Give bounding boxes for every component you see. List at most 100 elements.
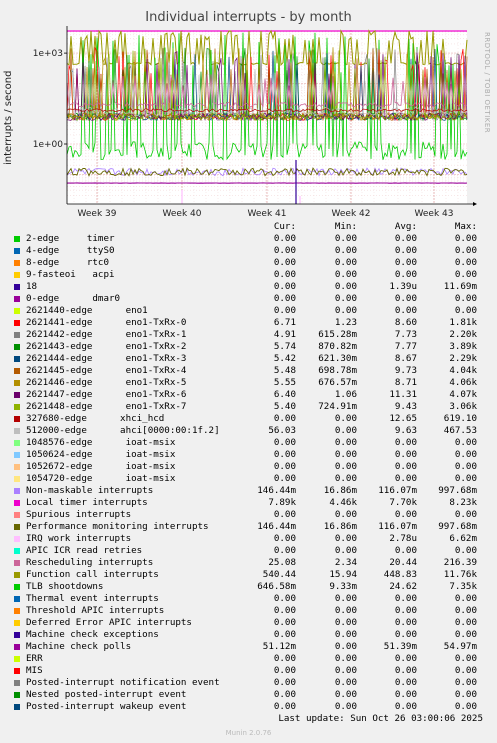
legend-avg-value: 0.00 [394,593,417,604]
legend-label: IRQ work interrupts [26,533,132,544]
legend-min-value: 16.86m [323,521,357,532]
legend-min-value: 0.00 [334,545,357,556]
legend-item: Nested posted-interrupt event 0.00 0.00 0.0… [14,689,484,701]
legend-min-value: 0.00 [334,593,357,604]
legend-min-value: 9.33m [329,581,357,592]
legend-min-value: 1.06 [334,389,357,400]
legend-avg-value: 0.00 [394,689,417,700]
legend-label: 0-edge dmar0 [26,293,121,304]
legend-item: 1048576-edge ioat-msix 0.00 0.00 0.00 0.00 [14,437,484,449]
legend-cur-value: 0.00 [273,509,296,520]
legend-min-value: 0.00 [334,281,357,292]
legend-max-value: 6.62m [449,533,477,544]
legend-avg-value: 20.44 [389,557,417,568]
legend-min-value: 0.00 [334,305,357,316]
legend-max-value: 0.00 [454,245,477,256]
x-axis-arrow [473,202,477,206]
legend-item: APIC ICR read retries 0.00 0.00 0.00 0.00 [14,545,484,557]
legend-label: Posted-interrupt wakeup event [26,701,187,712]
legend-item: ERR 0.00 0.00 0.00 0.00 [14,653,484,665]
legend-swatch [14,548,20,554]
legend-item: Non-maskable interrupts 146.44m 16.86m 116.… [14,485,484,497]
legend-avg-value: 448.83 [383,569,417,580]
legend-avg-value: 116.07m [378,485,417,496]
legend-swatch [14,704,20,710]
legend-avg-value: 11.31 [389,389,417,400]
legend-item: 4-edge ttyS0 0.00 0.00 0.00 0.00 [14,245,484,257]
legend-avg-value: 1.39u [389,281,417,292]
legend-swatch [14,668,20,674]
legend-label: Rescheduling interrupts [26,557,154,568]
legend-item: Posted-interrupt notification event 0.00 0… [14,677,484,689]
x-tick-label: Week 43 [415,209,454,219]
legend-label: Machine check polls [26,641,132,652]
legend-min-value: 4.46k [329,497,357,508]
legend-swatch [14,380,20,386]
legend-label: Local timer interrupts [26,497,148,508]
legend-item: 512000-edge ahci[0000:00:1f.2] 56.03 0.00 9… [14,425,484,437]
legend-avg-value: 0.00 [394,509,417,520]
legend-item: 8-edge rtc0 0.00 0.00 0.00 0.00 [14,257,484,269]
legend-avg-value: 9.73 [394,365,417,376]
legend-item: Performance monitoring interrupts 146.44m… [14,521,484,533]
legend-avg-value: 0.00 [394,473,417,484]
header-avg: Avg: [394,221,417,232]
legend-avg-value: 0.00 [394,545,417,556]
legend-item: 2621443-edge eno1-TxRx-2 5.74 870.82m 7.77 3… [14,341,484,353]
legend-label: 2621441-edge eno1-TxRx-0 [26,317,187,328]
legend-item: 2621444-edge eno1-TxRx-3 5.42 621.30m 8.67 2… [14,353,484,365]
last-update: Last update: Sun Oct 26 03:00:06 2025 [278,713,483,724]
legend-max-value: 997.68m [438,485,477,496]
legend-swatch [14,464,20,470]
legend-label: 1054720-edge ioat-msix [26,473,176,484]
y-tick-label: 1e+00 [33,140,64,150]
legend-cur-value: 0.00 [273,593,296,604]
legend-max-value: 0.00 [454,449,477,460]
legend-item: 327680-edge xhci_hcd 0.00 0.00 12.65 619.10 [14,413,484,425]
legend-min-value: 676.57m [318,377,357,388]
legend-cur-value: 0.00 [273,449,296,460]
legend-avg-value: 0.00 [394,605,417,616]
legend-swatch [14,308,20,314]
legend-label: 327680-edge xhci_hcd [26,413,165,424]
legend-cur-value: 25.08 [268,557,296,568]
legend-swatch [14,248,20,254]
legend-swatch [14,596,20,602]
legend-min-value: 16.86m [323,485,357,496]
legend-label: 1050624-edge ioat-msix [26,449,176,460]
legend-avg-value: 0.00 [394,293,417,304]
legend-label: 1048576-edge ioat-msix [26,437,176,448]
legend-max-value: 0.00 [454,293,477,304]
legend-swatch [14,296,20,302]
legend-avg-value: 0.00 [394,653,417,664]
legend-min-value: 0.00 [334,677,357,688]
legend-avg-value: 0.00 [394,449,417,460]
legend-item: Function call interrupts 540.44 15.94 448.8… [14,569,484,581]
legend-max-value: 0.00 [454,473,477,484]
legend-label: Spurious interrupts [26,509,132,520]
legend-min-value: 0.00 [334,665,357,676]
legend-label: Function call interrupts [26,569,159,580]
legend-cur-value: 0.00 [273,689,296,700]
legend-avg-value: 0.00 [394,437,417,448]
legend-swatch [14,404,20,410]
legend-cur-value: 146.44m [257,485,296,496]
legend-swatch [14,452,20,458]
legend-min-value: 0.00 [334,233,357,244]
legend-min-value: 0.00 [334,269,357,280]
legend-avg-value: 2.78u [389,533,417,544]
legend-max-value: 0.00 [454,509,477,520]
legend-max-value: 2.20k [449,329,477,340]
legend-label: Nested posted-interrupt event [26,689,187,700]
legend-cur-value: 540.44 [262,569,296,580]
legend-item: Local timer interrupts 7.89k 4.46k 7.70k 8.2… [14,497,484,509]
legend-max-value: 11.69m [443,281,477,292]
legend-min-value: 0.00 [334,257,357,268]
legend-swatch [14,632,20,638]
legend-cur-value: 0.00 [273,677,296,688]
legend-item: 2621447-edge eno1-TxRx-6 6.40 1.06 11.31 4.0… [14,389,484,401]
legend-max-value: 0.00 [454,269,477,280]
legend-min-value: 0.00 [334,653,357,664]
legend-avg-value: 0.00 [394,305,417,316]
legend-max-value: 11.76k [443,569,477,580]
